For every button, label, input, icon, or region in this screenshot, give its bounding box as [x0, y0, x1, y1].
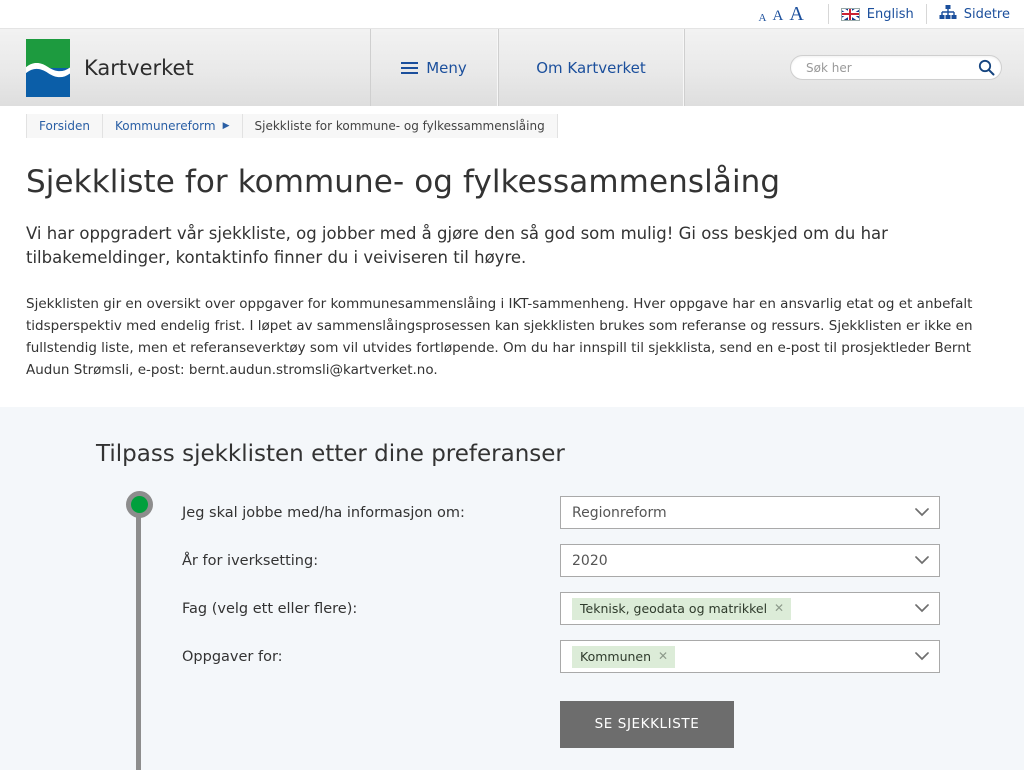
- timeline-marker-icon: [126, 490, 153, 518]
- form-label-tema: Jeg skal jobbe med/ha informasjon om:: [182, 504, 465, 521]
- preferences-title: Tilpass sjekklisten etter dine preferans…: [96, 440, 565, 467]
- nav-label-meny: Meny: [426, 58, 467, 77]
- nav-item-meny[interactable]: Meny: [370, 29, 498, 106]
- chevron-down-icon: [913, 648, 931, 666]
- divider: [827, 4, 829, 24]
- chevron-down-icon: [913, 552, 931, 570]
- sitemap-icon: [939, 4, 957, 24]
- sitemap-label: Sidetre: [963, 6, 1010, 22]
- multiselect-fag-tags: Teknisk, geodata og matrikkel ✕: [572, 597, 913, 620]
- divider: [925, 4, 927, 24]
- form-label-oppgaver: Oppgaver for:: [182, 648, 283, 665]
- tag-chip[interactable]: Teknisk, geodata og matrikkel ✕: [572, 597, 792, 620]
- site-header: Kartverket Meny Om Kartverket: [0, 28, 1024, 106]
- breadcrumb: Forsiden Kommunereform ▶ Sjekkliste for …: [26, 114, 1024, 138]
- select-tema[interactable]: Regionreform: [560, 496, 940, 530]
- tag-label: Teknisk, geodata og matrikkel: [580, 600, 768, 616]
- search-icon[interactable]: [975, 57, 997, 79]
- top-utility-bar: A A A English Sidetre: [0, 0, 1024, 28]
- select-tema-value: Regionreform: [572, 504, 667, 521]
- preferences-panel: Tilpass sjekklisten etter dine preferans…: [0, 406, 1024, 770]
- triangle-right-icon: ▶: [222, 121, 230, 131]
- multiselect-oppgaver-tags: Kommunen ✕: [572, 645, 913, 668]
- search-box[interactable]: [790, 55, 1002, 80]
- se-sjekkliste-button[interactable]: SE SJEKKLISTE: [560, 700, 734, 748]
- tag-remove-icon[interactable]: ✕: [658, 649, 668, 663]
- language-switcher[interactable]: English: [840, 6, 914, 22]
- form-row-tema: Jeg skal jobbe med/ha informasjon om: Re…: [182, 489, 1024, 537]
- form-row-aar: År for iverksetting: 2020: [182, 537, 1024, 585]
- language-label: English: [866, 6, 914, 22]
- chevron-down-icon: [913, 600, 931, 618]
- select-aar-value: 2020: [572, 552, 608, 569]
- sitemap-link[interactable]: Sidetre: [939, 4, 1010, 24]
- article-lead: Vi har oppgradert vår sjekkliste, og job…: [26, 224, 888, 268]
- uk-flag-icon: [840, 7, 860, 21]
- tag-chip[interactable]: Kommunen ✕: [572, 645, 676, 668]
- font-size-controls: A A A: [759, 4, 804, 24]
- form-row-fag: Fag (velg ett eller flere): Teknisk, geo…: [182, 585, 1024, 633]
- brand-name: Kartverket: [84, 55, 194, 80]
- chevron-down-icon: [913, 504, 931, 522]
- search-input[interactable]: [804, 59, 975, 76]
- select-aar[interactable]: 2020: [560, 544, 940, 578]
- breadcrumb-item-current: Sjekkliste for kommune- og fylkessammens…: [242, 114, 558, 138]
- multiselect-fag[interactable]: Teknisk, geodata og matrikkel ✕: [560, 592, 940, 626]
- font-size-large-button[interactable]: A: [789, 4, 803, 24]
- font-size-small-button[interactable]: A: [759, 13, 767, 24]
- breadcrumb-item-forsiden[interactable]: Forsiden: [26, 114, 103, 138]
- tag-label: Kommunen: [580, 648, 652, 664]
- breadcrumb-label: Kommunereform: [114, 119, 216, 133]
- font-size-medium-button[interactable]: A: [772, 9, 783, 24]
- form-row-oppgaver: Oppgaver for: Kommunen ✕: [182, 633, 1024, 681]
- form-label-aar: År for iverksetting:: [182, 552, 319, 569]
- timeline-line: [136, 502, 141, 770]
- breadcrumb-label: Sjekkliste for kommune- og fylkessammens…: [254, 119, 545, 133]
- nav-item-om-kartverket[interactable]: Om Kartverket: [498, 29, 684, 106]
- preferences-form: Jeg skal jobbe med/ha informasjon om: Re…: [182, 489, 1024, 748]
- page-title: Sjekkliste for kommune- og fylkessammens…: [26, 164, 781, 200]
- search-area: [684, 29, 1024, 106]
- timeline-indicator: [126, 490, 153, 770]
- article-body: Sjekklisten gir en oversikt over oppgave…: [26, 295, 973, 378]
- brand-home-link[interactable]: Kartverket: [0, 29, 370, 106]
- tag-remove-icon[interactable]: ✕: [774, 601, 784, 615]
- multiselect-oppgaver[interactable]: Kommunen ✕: [560, 640, 940, 674]
- breadcrumb-label: Forsiden: [39, 119, 90, 133]
- kartverket-logo-icon: [26, 38, 70, 97]
- breadcrumb-item-kommunereform[interactable]: Kommunereform ▶: [102, 114, 243, 138]
- form-label-fag: Fag (velg ett eller flere):: [182, 600, 358, 617]
- article: Sjekkliste for kommune- og fylkessammens…: [0, 164, 1024, 381]
- nav-label-om-kartverket: Om Kartverket: [536, 58, 646, 77]
- hamburger-icon: [401, 59, 419, 77]
